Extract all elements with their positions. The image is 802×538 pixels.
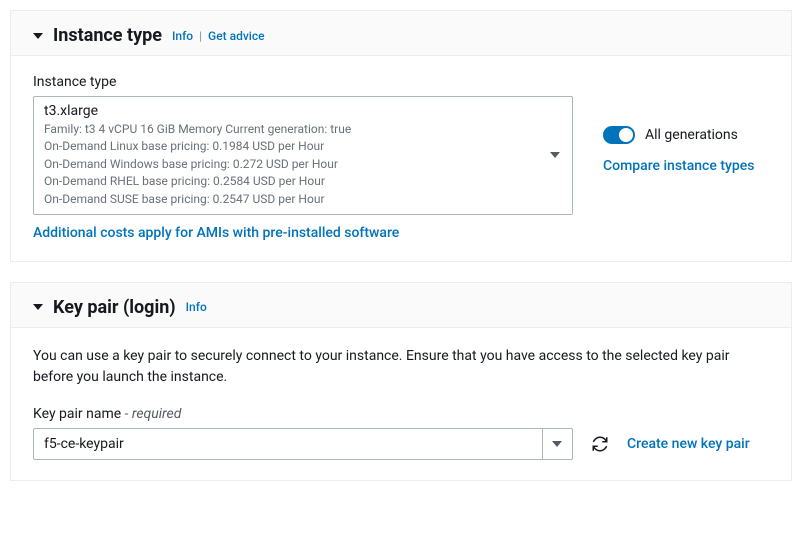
info-link[interactable]: Info	[186, 300, 207, 314]
instance-type-panel: Instance type Info | Get advice Instance…	[10, 10, 792, 262]
chevron-down-icon	[552, 441, 562, 447]
key-pair-panel: Key pair (login) Info You can use a key …	[10, 282, 792, 481]
link-separator: |	[199, 29, 202, 43]
key-pair-body: You can use a key pair to securely conne…	[11, 327, 791, 480]
detail-line: On-Demand Linux base pricing: 0.1984 USD…	[44, 138, 542, 155]
instance-type-value: t3.xlarge	[44, 103, 542, 119]
instance-type-title: Instance type	[53, 25, 162, 46]
instance-type-label: Instance type	[33, 74, 769, 90]
get-advice-link[interactable]: Get advice	[208, 29, 265, 43]
instance-type-header-links: Info | Get advice	[172, 29, 265, 43]
additional-costs-link[interactable]: Additional costs apply for AMIs with pre…	[33, 225, 399, 241]
key-pair-select[interactable]: f5-ce-keypair	[33, 428, 573, 460]
all-generations-toggle[interactable]	[603, 126, 635, 144]
detail-line: On-Demand SUSE base pricing: 0.2547 USD …	[44, 191, 542, 208]
instance-type-select[interactable]: t3.xlarge Family: t3 4 vCPU 16 GiB Memor…	[33, 96, 573, 215]
info-link[interactable]: Info	[172, 29, 193, 43]
key-pair-title: Key pair (login)	[53, 297, 176, 318]
instance-type-body: Instance type t3.xlarge Family: t3 4 vCP…	[11, 55, 791, 261]
key-pair-header-links: Info	[186, 300, 207, 314]
caret-down-icon	[33, 304, 43, 310]
all-generations-label: All generations	[645, 127, 738, 143]
key-pair-header[interactable]: Key pair (login) Info	[11, 283, 791, 327]
create-key-pair-link[interactable]: Create new key pair	[627, 436, 750, 452]
instance-type-details: Family: t3 4 vCPU 16 GiB Memory Current …	[44, 121, 542, 208]
kp-required-text: - required	[125, 406, 182, 422]
caret-down-icon	[33, 33, 43, 39]
kp-label-text: Key pair name	[33, 406, 121, 422]
key-pair-value: f5-ce-keypair	[44, 436, 124, 452]
key-pair-name-label: Key pair name - required	[33, 406, 769, 422]
refresh-icon[interactable]	[591, 435, 609, 453]
detail-line: On-Demand Windows base pricing: 0.272 US…	[44, 156, 542, 173]
detail-line: On-Demand RHEL base pricing: 0.2584 USD …	[44, 173, 542, 190]
instance-type-header[interactable]: Instance type Info | Get advice	[11, 11, 791, 55]
key-pair-description: You can use a key pair to securely conne…	[33, 346, 769, 388]
detail-line: Family: t3 4 vCPU 16 GiB Memory Current …	[44, 121, 542, 138]
chevron-down-icon	[550, 152, 560, 158]
compare-instance-types-link[interactable]: Compare instance types	[603, 158, 754, 174]
